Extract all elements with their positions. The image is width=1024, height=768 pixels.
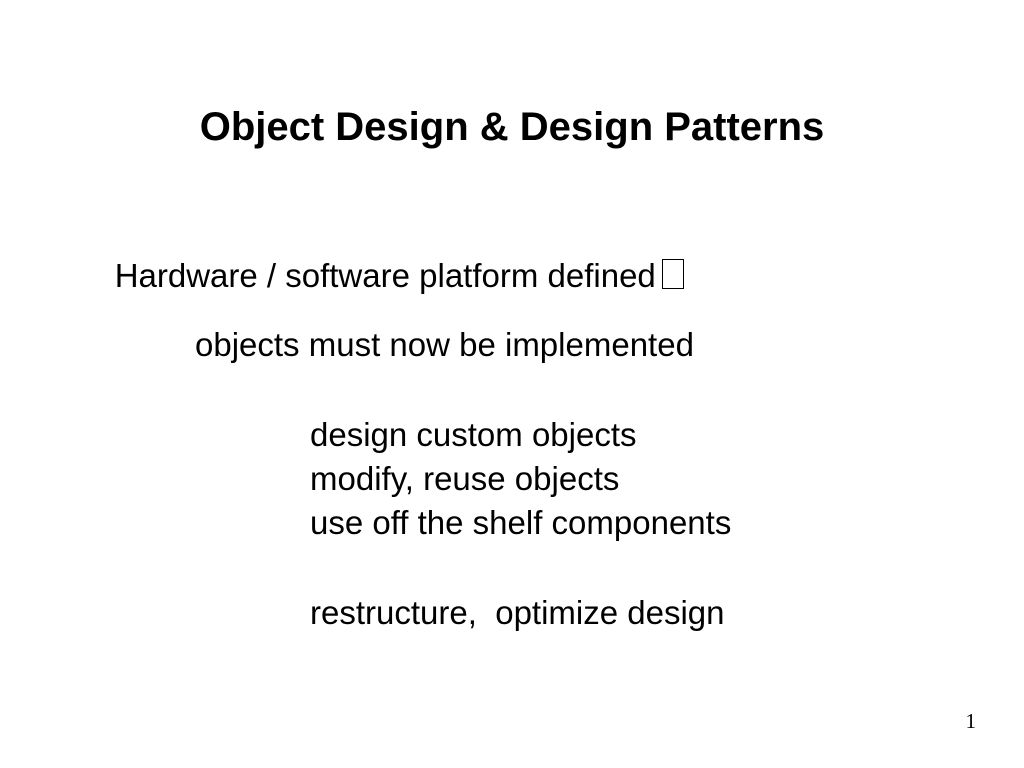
slide-title: Object Design & Design Patterns (0, 105, 1024, 150)
slide: Object Design & Design Patterns Hardware… (0, 0, 1024, 768)
body-line-6: restructure, optimize design (310, 594, 725, 632)
body-line-2: objects must now be implemented (195, 326, 694, 364)
body-line-3: design custom objects (310, 416, 637, 454)
body-text-1: Hardware / software platform defined (115, 257, 656, 294)
body-line-1: Hardware / software platform defined (78, 219, 684, 333)
page-number: 1 (966, 709, 977, 734)
missing-glyph-icon (662, 259, 684, 289)
body-line-5: use off the shelf components (310, 504, 731, 542)
body-line-4: modify, reuse objects (310, 460, 619, 498)
